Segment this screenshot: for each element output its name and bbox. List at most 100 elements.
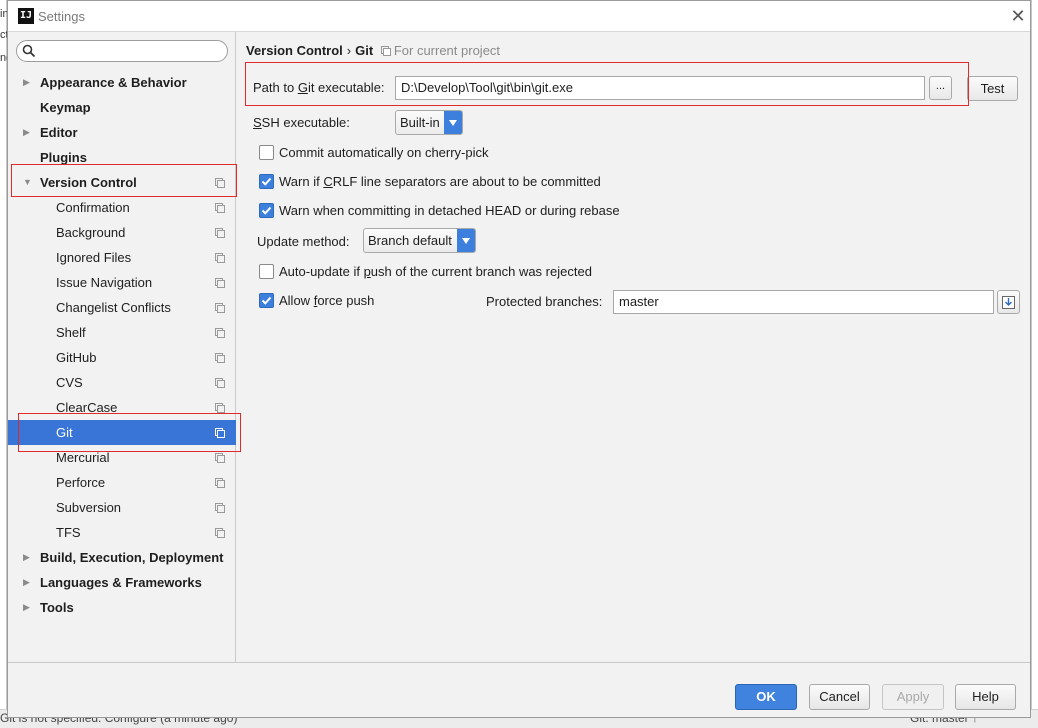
sidebar-item-github[interactable]: GitHub xyxy=(8,345,236,370)
collapsed-arrow-icon[interactable]: ▶ xyxy=(23,595,30,620)
project-scope-icon xyxy=(215,453,225,463)
sidebar-item-keymap[interactable]: Keymap xyxy=(8,95,236,120)
sidebar-item-editor[interactable]: ▶ Editor xyxy=(8,120,236,145)
auto-update-label-part: ush of the current branch was rejected xyxy=(370,264,592,279)
chevron-down-icon xyxy=(457,229,475,252)
sidebar-item-changelist-conflicts[interactable]: Changelist Conflicts xyxy=(8,295,236,320)
project-scope-icon xyxy=(380,46,391,56)
collapsed-arrow-icon[interactable]: ▶ xyxy=(23,545,30,570)
git-path-field[interactable]: D:\Develop\Tool\git\bin\git.exe xyxy=(395,76,925,100)
sidebar-item-clearcase[interactable]: ClearCase xyxy=(8,395,236,420)
sidebar-item-issue-navigation[interactable]: Issue Navigation xyxy=(8,270,236,295)
expand-field-button[interactable] xyxy=(997,290,1020,314)
sidebar-item-label: Tools xyxy=(40,600,74,615)
collapsed-arrow-icon[interactable]: ▶ xyxy=(23,120,30,145)
project-scope-icon xyxy=(215,303,225,313)
protected-branches-label: Protected branches: xyxy=(486,294,603,309)
sidebar-item-label: Keymap xyxy=(40,100,91,115)
close-icon[interactable]: ✕ xyxy=(1008,6,1028,26)
browse-button[interactable]: ... xyxy=(929,76,952,100)
sidebar-item-label: Mercurial xyxy=(56,450,110,465)
sidebar-item-subversion[interactable]: Subversion xyxy=(8,495,236,520)
chevron-down-icon xyxy=(444,111,462,134)
git-settings-panel: Version Control › Git For current project … xyxy=(237,32,1030,662)
sidebar-item-label: Languages & Frameworks xyxy=(40,575,202,590)
background-window-edge: in ct ng xyxy=(0,0,7,728)
sidebar-item-mercurial[interactable]: Mercurial xyxy=(8,445,236,470)
checkbox-checked[interactable] xyxy=(259,174,274,189)
apply-button[interactable]: Apply xyxy=(882,684,944,710)
project-scope-icon xyxy=(215,203,225,213)
project-scope-icon xyxy=(215,428,225,438)
project-scope-icon xyxy=(215,353,225,363)
window-title: Settings xyxy=(38,9,85,24)
sidebar-item-plugins[interactable]: Plugins xyxy=(8,145,236,170)
background-text-fragment: in xyxy=(0,8,7,20)
ok-button[interactable]: OK xyxy=(735,684,797,710)
collapsed-arrow-icon[interactable]: ▶ xyxy=(23,570,30,595)
sidebar-item-confirmation[interactable]: Confirmation xyxy=(8,195,236,220)
sidebar-item-label: Appearance & Behavior xyxy=(40,75,187,90)
checkbox-checked[interactable] xyxy=(259,293,274,308)
ssh-executable-select[interactable]: Built-in xyxy=(395,110,463,135)
sidebar-item-languages-frameworks[interactable]: ▶ Languages & Frameworks xyxy=(8,570,236,595)
auto-update-mnemonic: p xyxy=(363,264,371,279)
sidebar-item-label: ClearCase xyxy=(56,400,118,415)
allow-force-label-part: orce push xyxy=(317,293,375,308)
sidebar-item-label: TFS xyxy=(56,525,81,540)
sidebar-item-version-control[interactable]: ▼ Version Control xyxy=(8,170,236,195)
sidebar-item-tfs[interactable]: TFS xyxy=(8,520,236,545)
sidebar-item-label: CVS xyxy=(56,375,83,390)
search-icon xyxy=(22,44,36,58)
settings-dialog: IJ Settings ✕ ▶ Appearance & Behavior Keym… xyxy=(7,0,1031,718)
intellij-app-icon: IJ xyxy=(18,8,34,24)
background-text-fragment: ct xyxy=(0,29,7,41)
project-scope-icon xyxy=(215,178,225,188)
expand-icon xyxy=(1002,296,1015,309)
ssh-label-part: SH executable: xyxy=(261,115,350,130)
update-method-label: Update method: xyxy=(257,234,350,249)
auto-update-label-part: Auto-update if xyxy=(279,264,364,279)
checkmark-icon xyxy=(261,177,272,186)
sidebar-item-label: Version Control xyxy=(40,175,137,190)
test-button[interactable]: Test xyxy=(967,76,1018,101)
checkbox-unchecked[interactable] xyxy=(259,264,274,279)
protected-branches-field[interactable]: master xyxy=(613,290,994,314)
project-scope-note: For current project xyxy=(380,43,500,58)
sidebar-item-label: Issue Navigation xyxy=(56,275,153,290)
sidebar-item-label: Perforce xyxy=(56,475,106,490)
ssh-executable-label: SSH executable: xyxy=(253,115,350,130)
auto-update-label: Auto-update if push of the current branc… xyxy=(279,263,592,281)
sidebar-item-label: Subversion xyxy=(56,500,122,515)
sidebar-item-cvs[interactable]: CVS xyxy=(8,370,236,395)
update-method-value: Branch default xyxy=(368,233,452,248)
warn-crlf-mnemonic: C xyxy=(323,174,333,189)
checkbox-checked[interactable] xyxy=(259,203,274,218)
project-scope-icon xyxy=(215,478,225,488)
cancel-button[interactable]: Cancel xyxy=(809,684,870,710)
project-scope-icon xyxy=(215,503,225,513)
sidebar-item-git[interactable]: Git xyxy=(8,420,236,445)
breadcrumb-parent[interactable]: Version Control xyxy=(246,43,343,58)
search-input[interactable] xyxy=(41,43,221,59)
checkmark-icon xyxy=(261,206,272,215)
collapsed-arrow-icon[interactable]: ▶ xyxy=(23,70,30,95)
sidebar-item-appearance-behavior[interactable]: ▶ Appearance & Behavior xyxy=(8,70,236,95)
warn-crlf-label-part: Warn if xyxy=(279,174,324,189)
settings-search[interactable] xyxy=(16,40,228,62)
checkmark-icon xyxy=(261,296,272,305)
sidebar-item-ignored-files[interactable]: Ignored Files xyxy=(8,245,236,270)
checkbox-unchecked[interactable] xyxy=(259,145,274,160)
sidebar-item-background[interactable]: Background xyxy=(8,220,236,245)
sidebar-item-shelf[interactable]: Shelf xyxy=(8,320,236,345)
breadcrumb-separator: › xyxy=(346,43,352,58)
sidebar-item-label: Plugins xyxy=(40,150,87,165)
git-path-label-part: it executable: xyxy=(307,80,385,95)
sidebar-item-tools[interactable]: ▶ Tools xyxy=(8,595,236,620)
help-button[interactable]: Help xyxy=(955,684,1016,710)
update-method-select[interactable]: Branch default xyxy=(363,228,476,253)
git-path-label-mnemonic: G xyxy=(297,80,308,95)
sidebar-item-build-execution-deployment[interactable]: ▶ Build, Execution, Deployment xyxy=(8,545,236,570)
expanded-arrow-icon[interactable]: ▼ xyxy=(23,170,32,195)
sidebar-item-perforce[interactable]: Perforce xyxy=(8,470,236,495)
